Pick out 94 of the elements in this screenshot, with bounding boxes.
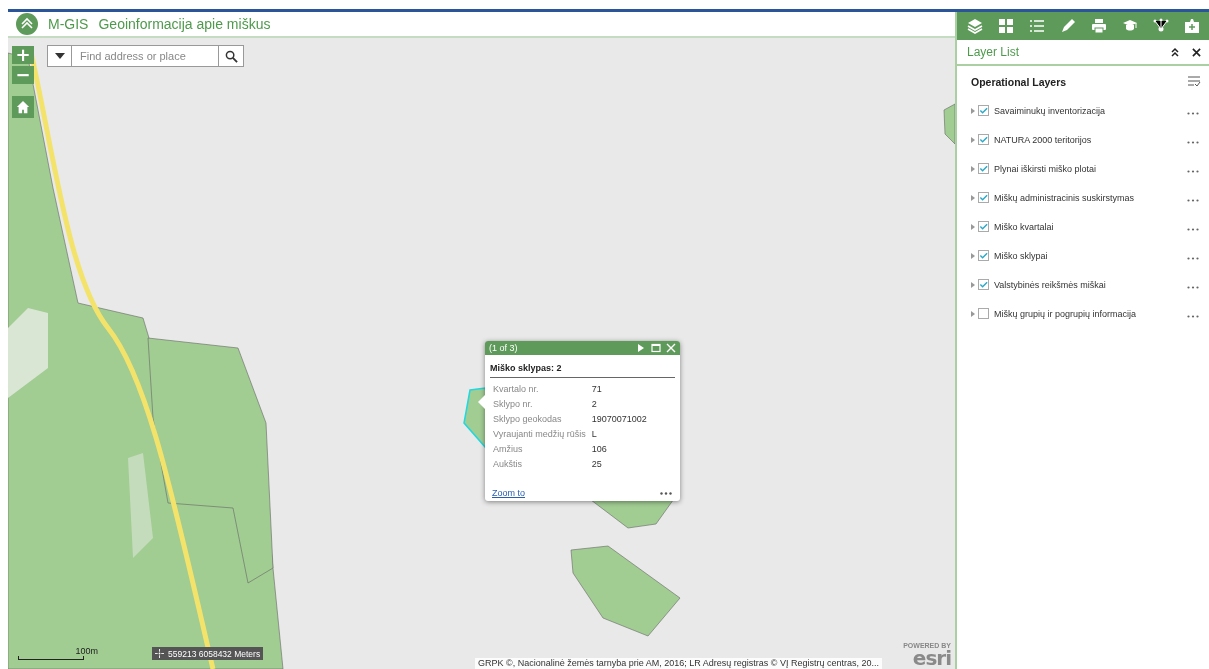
zoom-in-button[interactable]: + <box>12 46 34 64</box>
scale-bar <box>18 656 84 660</box>
close-button[interactable] <box>1192 47 1201 57</box>
list-icon <box>1028 18 1045 34</box>
clipboard-icon <box>1183 18 1200 34</box>
panel-title: Layer List <box>967 45 1021 59</box>
checkbox[interactable] <box>978 221 989 232</box>
next-button[interactable] <box>636 343 646 353</box>
expand-icon[interactable] <box>971 194 975 201</box>
pencil-icon <box>1059 18 1076 34</box>
more-icon[interactable] <box>660 491 672 495</box>
layer-label: Miškų administracinis suskirstymas <box>994 192 1136 203</box>
checkbox[interactable] <box>978 134 989 145</box>
expand-icon[interactable] <box>971 136 975 143</box>
crosshair-icon <box>155 649 164 658</box>
more-icon[interactable] <box>1187 170 1199 173</box>
layer-label: Savaiminukų inventorizacija <box>994 105 1107 116</box>
check-icon <box>979 193 988 202</box>
layers-icon <box>966 18 983 34</box>
popup-counter: (1 of 3) <box>489 343 519 353</box>
checkbox[interactable] <box>978 105 989 116</box>
legend-button[interactable] <box>1028 18 1045 34</box>
check-icon <box>979 280 988 289</box>
caret-icon <box>54 53 65 59</box>
expand-icon[interactable] <box>971 165 975 172</box>
expand-icon[interactable] <box>971 223 975 230</box>
more-icon[interactable] <box>1187 141 1199 144</box>
logo-text: esri <box>912 649 951 667</box>
check-icon <box>979 164 988 173</box>
home-button[interactable] <box>12 96 34 118</box>
check-icon <box>979 251 988 260</box>
checkbox[interactable] <box>978 192 989 203</box>
zoom-out-button[interactable]: − <box>12 66 34 84</box>
attribution-text: GRPK ©, Nacionalinė žemės tarnyba prie AM, 2016; LR Adresų registras © VĮ Registrų centras, 20... <box>475 658 882 669</box>
filter-list-icon[interactable] <box>1187 76 1201 88</box>
more-icon[interactable] <box>1187 112 1199 115</box>
expand-icon[interactable] <box>971 310 975 317</box>
layers-button[interactable] <box>966 18 983 34</box>
field-value: 106 <box>590 442 608 456</box>
window-icon <box>651 343 661 353</box>
check-icon <box>979 106 988 115</box>
close-icon <box>666 343 676 353</box>
layer-label: Miško kvartalai <box>994 221 1055 232</box>
more-icon[interactable] <box>1187 228 1199 231</box>
maximize-button[interactable] <box>651 343 661 353</box>
search-bar[interactable]: Find address or place <box>47 45 244 67</box>
check-icon <box>979 222 988 231</box>
measure-button[interactable] <box>1059 18 1076 34</box>
printer-icon <box>1090 18 1107 34</box>
next-icon <box>636 343 646 353</box>
checkbox[interactable] <box>978 163 989 174</box>
expand-icon[interactable] <box>971 107 975 114</box>
layer-label: Plynai iškirsti miško plotai <box>994 163 1098 174</box>
coordinates-readout: 559213 6058432 Meters <box>152 647 264 660</box>
home-icon <box>16 100 30 114</box>
layer-label: Miško sklypai <box>994 250 1049 261</box>
layer-label: Miškų grupių ir pogrupių informacija <box>994 308 1138 319</box>
app-subtitle: Geoinformacija apie miškus <box>98 16 271 32</box>
expand-icon[interactable] <box>971 281 975 288</box>
field-value: L <box>590 427 598 441</box>
check-icon <box>979 135 988 144</box>
app-title: M-GIS <box>48 16 89 32</box>
grid-icon <box>997 18 1014 34</box>
search-icon <box>224 49 238 63</box>
add-data-button[interactable] <box>1183 18 1200 34</box>
checkbox[interactable] <box>978 250 989 261</box>
field-label: Kvartalo nr. <box>492 382 540 396</box>
expand-icon[interactable] <box>971 252 975 259</box>
field-label: Sklypo geokodas <box>492 412 563 426</box>
scale-label: 100m <box>75 646 98 656</box>
field-value: 25 <box>590 457 603 471</box>
layer-label: NATURA 2000 teritorijos <box>994 134 1093 145</box>
checkbox[interactable] <box>978 308 989 319</box>
field-label: Aukštis <box>492 457 523 471</box>
field-value: 71 <box>590 382 603 396</box>
more-icon[interactable] <box>1187 257 1199 260</box>
section-title: Operational Layers <box>971 76 1067 88</box>
checkbox[interactable] <box>978 279 989 290</box>
field-label: Sklypo nr. <box>492 397 534 411</box>
field-label: Vyraujanti medžių rūšis <box>492 427 587 441</box>
field-value: 2 <box>590 397 598 411</box>
zoom-to-link[interactable]: Zoom to <box>492 488 525 498</box>
double-chevron-icon <box>1170 47 1180 57</box>
more-icon[interactable] <box>1187 286 1199 289</box>
field-value: 19070071002 <box>590 412 648 426</box>
basemap-button[interactable] <box>997 18 1014 34</box>
more-icon[interactable] <box>1187 315 1199 318</box>
layer-label: Valstybinės reikšmės miškai <box>994 279 1107 290</box>
collapse-button[interactable] <box>1170 47 1180 57</box>
more-icon[interactable] <box>1187 199 1199 202</box>
print-button[interactable] <box>1090 18 1107 34</box>
field-label: Amžius <box>492 442 524 456</box>
popup-title: Miško sklypas: 2 <box>490 363 675 378</box>
close-icon <box>1192 47 1201 57</box>
